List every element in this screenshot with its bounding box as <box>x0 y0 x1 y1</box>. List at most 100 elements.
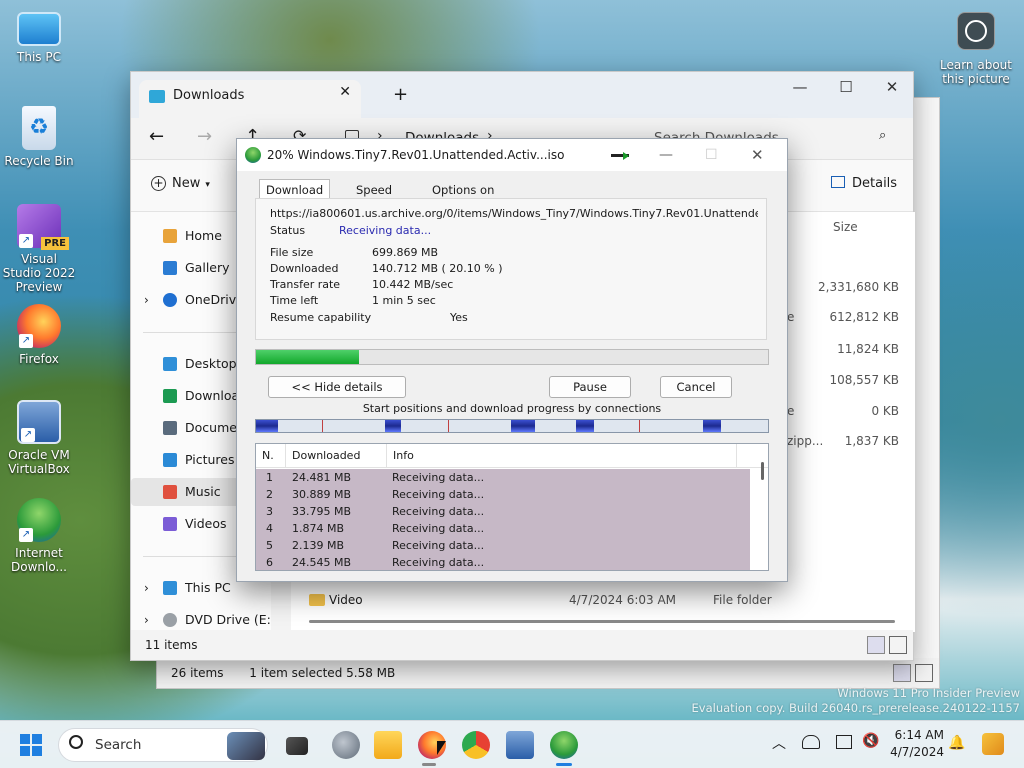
back-icon[interactable]: ← <box>149 126 164 147</box>
details-view-icon[interactable] <box>893 664 911 682</box>
maximize-icon[interactable]: ☐ <box>823 72 869 104</box>
connection-downloaded: 24.545 MB <box>292 556 352 569</box>
file-size: 108,557 KB <box>829 373 899 387</box>
desktop-icon-firefox[interactable]: ↗ Firefox <box>1 304 77 366</box>
search-icon <box>69 735 83 749</box>
new-label: New <box>172 176 201 191</box>
watermark: Windows 11 Pro Insider Preview Evaluatio… <box>692 686 1020 716</box>
virtualbox-icon[interactable] <box>506 731 534 759</box>
file-explorer-icon[interactable] <box>374 731 402 759</box>
taskbar-search[interactable]: Search <box>58 728 268 762</box>
table-row[interactable]: 6 24.545 MB Receiving data... <box>256 554 750 570</box>
idm-icon[interactable] <box>550 731 578 759</box>
minimize-icon[interactable]: — <box>659 139 673 171</box>
connection-info: Receiving data... <box>392 505 485 518</box>
items-count: 26 items <box>171 666 224 680</box>
onedrive-icon <box>163 293 177 307</box>
this-pc-icon <box>163 581 177 595</box>
connection-info: Receiving data... <box>392 522 485 535</box>
column-header-size[interactable]: Size <box>833 220 858 234</box>
clock[interactable]: 6:14 AM 4/7/2024 <box>888 727 944 761</box>
close-tab-icon[interactable]: ✕ <box>339 84 351 100</box>
mouse-cursor-icon <box>437 741 446 755</box>
recycle-bin-icon: ♻ <box>22 106 56 150</box>
resume-capability-value: Yes <box>450 311 468 324</box>
row-fragment: zipp... <box>787 434 824 448</box>
row-fragment: e <box>787 404 795 418</box>
column-header-downloaded[interactable]: Downloaded <box>286 444 387 468</box>
transfer-rate-label: Transfer rate <box>270 278 341 291</box>
tab-download-status[interactable]: Download status <box>259 179 331 217</box>
edge-icon[interactable] <box>332 731 360 759</box>
row-fragment: e <box>787 310 795 324</box>
close-icon[interactable]: ✕ <box>751 139 764 171</box>
download-progress-fill <box>256 350 359 364</box>
pause-button[interactable]: Pause <box>549 376 631 398</box>
column-header-info[interactable]: Info <box>387 444 737 468</box>
table-row[interactable]: 4 1.874 MB Receiving data... <box>256 520 750 537</box>
hide-details-button[interactable]: << Hide details <box>268 376 406 398</box>
chevron-down-icon: ▾ <box>205 180 210 190</box>
table-row[interactable]: Video 4/7/2024 6:03 AM File folder <box>291 588 915 612</box>
connection-downloaded: 24.481 MB <box>292 471 352 484</box>
tiles-view-icon[interactable] <box>889 636 907 654</box>
details-pane-icon <box>831 176 845 188</box>
desktop-icon-idm[interactable]: ↗ Internet Downlo... <box>1 498 77 574</box>
downloaded-value: 140.712 MB ( 20.10 % ) <box>372 262 503 275</box>
explorer-tab[interactable]: Downloads ✕ <box>139 80 361 118</box>
notification-bell-icon[interactable]: 🔔 <box>948 735 965 751</box>
download-status-panel: https://ia800601.us.archive.org/0/items/… <box>255 198 767 340</box>
file-name: Video <box>329 593 363 607</box>
details-view-icon[interactable] <box>867 636 885 654</box>
minimize-icon[interactable]: — <box>777 72 823 104</box>
table-row[interactable]: 5 2.139 MB Receiving data... <box>256 537 750 554</box>
connection-info: Receiving data... <box>392 488 485 501</box>
folder-icon <box>309 594 325 606</box>
table-row[interactable]: 2 30.889 MB Receiving data... <box>256 486 750 503</box>
vertical-scrollbar[interactable] <box>761 462 764 480</box>
horizontal-scrollbar[interactable] <box>309 620 895 623</box>
dialog-title: 20% Windows.Tiny7.Rev01.Unattended.Activ… <box>267 148 565 162</box>
chrome-icon[interactable] <box>462 731 490 759</box>
pictures-icon <box>163 453 177 467</box>
desktop-icon-visual-studio[interactable]: ↗ PRE Visual Studio 2022 Preview <box>1 204 77 294</box>
sidebar-item-label: Videos <box>185 516 227 531</box>
chevron-right-icon: › <box>144 293 149 307</box>
shortcut-arrow-icon: ↗ <box>19 528 33 542</box>
resume-capability-label: Resume capability <box>270 311 372 324</box>
desktop-icon-label: This PC <box>17 50 61 64</box>
close-icon[interactable]: ✕ <box>869 72 915 104</box>
cancel-button[interactable]: Cancel <box>660 376 732 398</box>
sidebar-item-label: Music <box>185 484 221 499</box>
connection-segment <box>576 420 594 432</box>
display-icon[interactable] <box>836 735 852 749</box>
file-size-label: File size <box>270 246 314 259</box>
arrow-indicator-tip-icon <box>623 152 629 160</box>
desktop-icon-recycle-bin[interactable]: ♻ Recycle Bin <box>1 106 77 168</box>
show-hidden-icons-icon[interactable]: ︿ <box>772 733 786 753</box>
start-icon[interactable] <box>20 734 42 756</box>
virtualbox-icon: ↗ <box>17 400 61 444</box>
tab-title: Downloads <box>173 88 245 103</box>
table-row[interactable]: 1 24.481 MB Receiving data... <box>256 469 750 486</box>
table-row[interactable]: 3 33.795 MB Receiving data... <box>256 503 750 520</box>
network-icon[interactable] <box>802 735 820 749</box>
idm-icon <box>245 147 261 163</box>
learn-about-picture[interactable]: Learn about this picture <box>936 12 1016 86</box>
pre-badge: PRE <box>41 237 69 250</box>
forward-icon[interactable]: → <box>197 126 212 147</box>
tiles-view-icon[interactable] <box>915 664 933 682</box>
task-view-icon[interactable] <box>286 737 308 755</box>
volume-off-icon[interactable]: 🔇 <box>862 733 879 749</box>
maximize-icon: ☐ <box>705 147 718 163</box>
column-header-n[interactable]: N. <box>256 444 286 468</box>
details-button[interactable]: Details <box>831 176 897 191</box>
tab-speed-limiter[interactable]: Speed Limiter <box>349 179 403 217</box>
firefox-icon: ↗ <box>17 304 61 348</box>
new-tab-icon[interactable]: + <box>393 84 408 105</box>
tab-options-on-completion[interactable]: Options on completion <box>425 179 503 217</box>
desktop-icon-virtualbox[interactable]: ↗ Oracle VM VirtualBox <box>1 400 77 476</box>
new-button[interactable]: + New ▾ <box>151 176 210 191</box>
shortcut-arrow-icon: ↗ <box>21 428 35 442</box>
desktop-icon-this-pc[interactable]: This PC <box>1 12 77 64</box>
